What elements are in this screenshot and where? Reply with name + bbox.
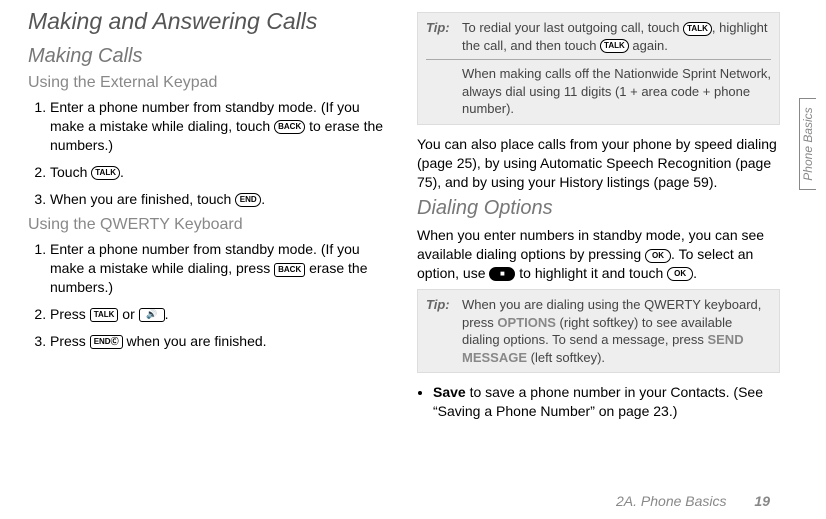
step-a2: Touch TALK. <box>50 163 391 182</box>
tip-body: To redial your last outgoing call, touch… <box>462 19 771 54</box>
tip-box-2: Tip: When you are dialing using the QWER… <box>417 289 780 373</box>
page-content: Making and Answering Calls Making Calls … <box>0 0 826 437</box>
tip-body: When making calls off the Nationwide Spr… <box>462 65 771 118</box>
back-key-icon: BACK <box>274 120 305 134</box>
chapter-label: 2A. Phone Basics <box>616 493 727 509</box>
step-a1: Enter a phone number from standby mode. … <box>50 98 391 155</box>
using-external-keypad-heading: Using the External Keypad <box>28 74 391 92</box>
text: . <box>120 164 124 180</box>
nav-key-icon: ■ <box>489 267 515 281</box>
tip-label-spacer <box>426 65 456 118</box>
talk-key-icon: TALK <box>91 166 120 180</box>
text: . <box>693 265 697 281</box>
options-softkey-label: OPTIONS <box>497 315 556 330</box>
step-b3: Press ENDⒸ when you are finished. <box>50 332 391 351</box>
tip-box-1: Tip: To redial your last outgoing call, … <box>417 12 780 125</box>
qwerty-steps: Enter a phone number from standby mode. … <box>28 240 391 350</box>
text: To redial your last outgoing call, touch <box>462 20 683 35</box>
step-b2: Press TALK or . <box>50 305 391 324</box>
text: When you are finished, touch <box>50 191 235 207</box>
left-column: Making and Answering Calls Making Calls … <box>28 8 391 427</box>
page-footer: 2A. Phone Basics 19 <box>616 493 770 509</box>
section-title: Making and Answering Calls <box>28 8 391 35</box>
save-label: Save <box>433 384 466 400</box>
text: when you are finished. <box>123 333 267 349</box>
talk-key-icon: TALK <box>600 39 629 53</box>
save-option: Save to save a phone number in your Cont… <box>433 383 780 421</box>
back-key-icon: BACK <box>274 263 305 277</box>
text: Press <box>50 333 90 349</box>
text: Press <box>50 306 90 322</box>
end-key-icon: END <box>235 193 261 207</box>
using-qwerty-heading: Using the QWERTY Keyboard <box>28 216 391 234</box>
tip-label: Tip: <box>426 296 456 366</box>
tip-body: When you are dialing using the QWERTY ke… <box>462 296 771 366</box>
external-keypad-steps: Enter a phone number from standby mode. … <box>28 98 391 208</box>
text: . <box>261 191 265 207</box>
making-calls-heading: Making Calls <box>28 45 391 68</box>
divider <box>426 59 771 60</box>
text: (left softkey). <box>527 350 605 365</box>
options-bullets: Save to save a phone number in your Cont… <box>417 383 780 421</box>
dialing-options-heading: Dialing Options <box>417 197 780 220</box>
text: . <box>165 306 169 322</box>
end-key-icon: ENDⒸ <box>90 335 123 349</box>
text: to highlight it and touch <box>515 265 667 281</box>
step-b1: Enter a phone number from standby mode. … <box>50 240 391 297</box>
side-tab: Phone Basics <box>799 98 816 190</box>
ok-key-icon: OK <box>667 267 693 281</box>
right-column: Tip: To redial your last outgoing call, … <box>417 8 780 427</box>
tip-label: Tip: <box>426 19 456 54</box>
step-a3: When you are finished, touch END. <box>50 190 391 209</box>
talk-key-icon: TALK <box>90 308 119 322</box>
text: Touch <box>50 164 91 180</box>
page-number: 19 <box>754 493 770 509</box>
side-tab-label: Phone Basics <box>801 107 815 180</box>
speaker-key-icon <box>139 308 165 322</box>
dialing-options-paragraph: When you enter numbers in standby mode, … <box>417 226 780 283</box>
talk-key-icon: TALK <box>683 22 712 36</box>
text: again. <box>629 38 668 53</box>
text: to save a phone number in your Contacts.… <box>433 384 763 419</box>
ok-key-icon: OK <box>645 249 671 263</box>
text: or <box>118 306 138 322</box>
speed-dial-paragraph: You can also place calls from your phone… <box>417 135 780 192</box>
